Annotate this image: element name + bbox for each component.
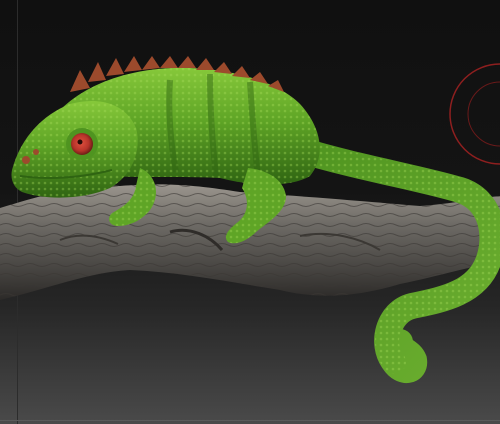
chameleon-eye bbox=[66, 128, 98, 160]
render-canvas[interactable] bbox=[0, 0, 500, 424]
sculpt-viewport[interactable] bbox=[0, 0, 500, 424]
viewport-bottom-border bbox=[0, 420, 500, 421]
rotation-gizmo[interactable] bbox=[449, 63, 500, 165]
